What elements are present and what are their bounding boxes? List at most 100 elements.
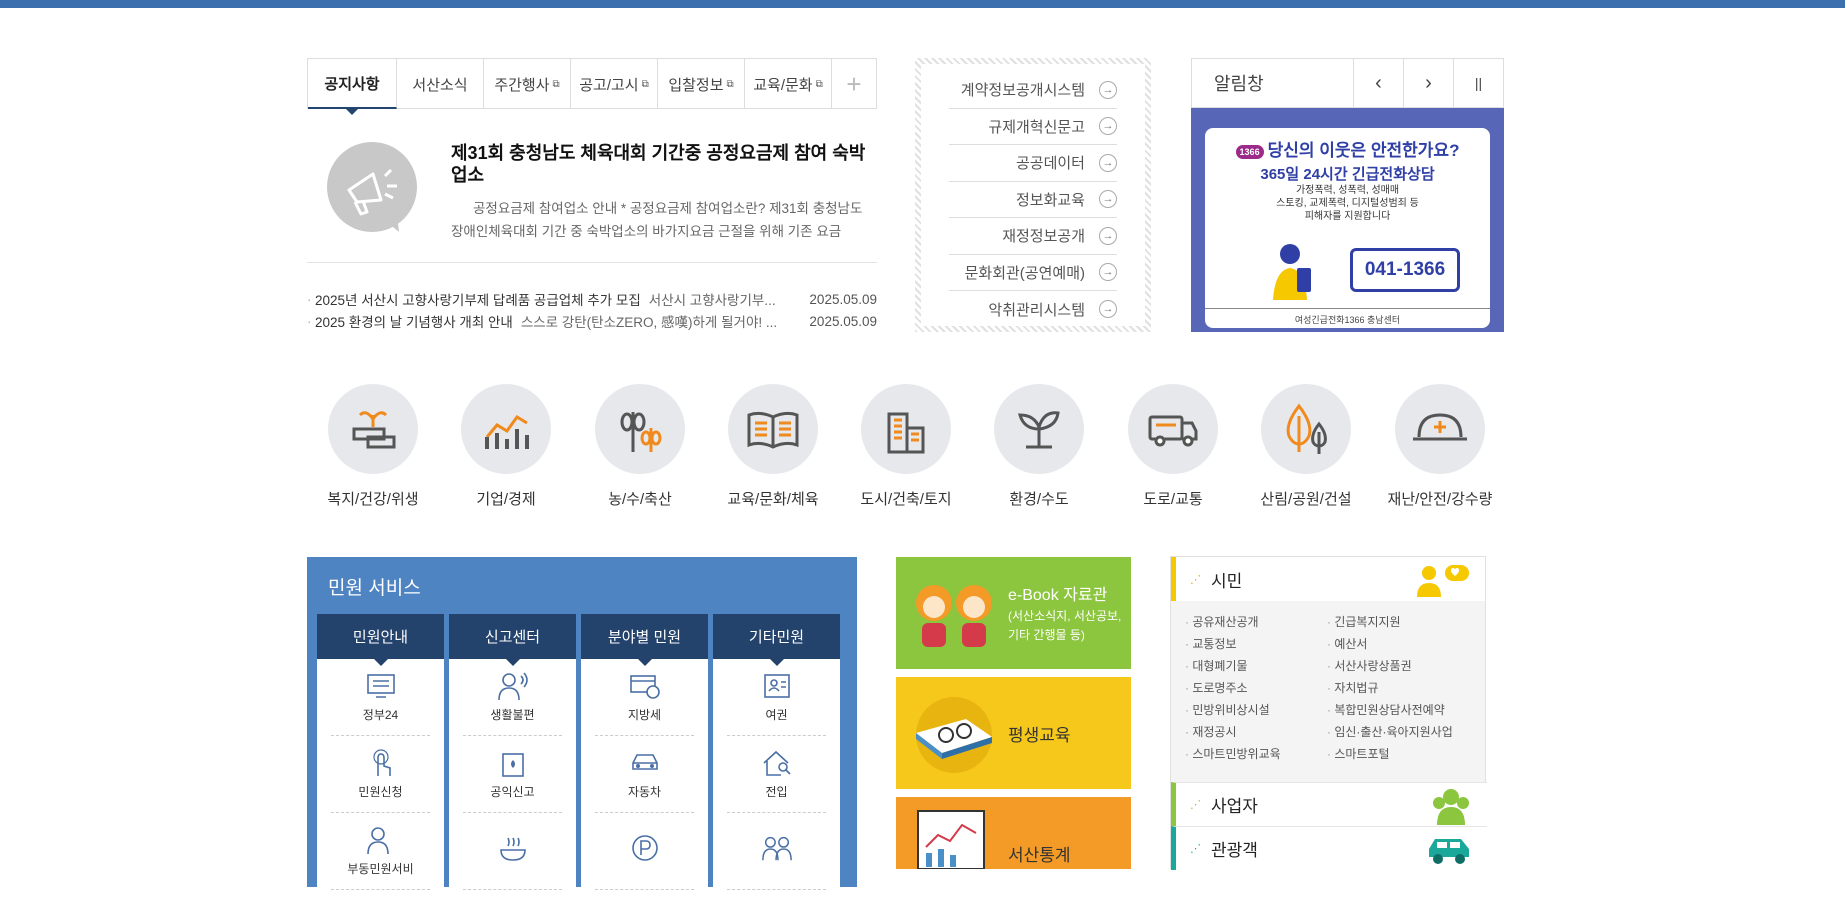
- ebook-banner[interactable]: e-Book 자료관 (서산소식지, 서산공보, 기타 간행물 등): [896, 557, 1131, 669]
- featured-notice-desc: 공정요금제 참여업소 안내 * 공정요금제 참여업소란? 제31회 충청남도 장…: [451, 201, 863, 239]
- link-public-data[interactable]: 공공데이터 →: [949, 145, 1117, 182]
- next-button[interactable]: ›: [1403, 59, 1453, 107]
- item-3[interactable]: [595, 813, 694, 890]
- link-item[interactable]: 스마트민방위교육: [1185, 745, 1327, 763]
- alert-header: 알림창 ‹ › ||: [1191, 58, 1504, 108]
- item-3[interactable]: [463, 813, 562, 890]
- link-item[interactable]: 교통정보: [1185, 635, 1327, 653]
- category-environment[interactable]: 환경/수도: [979, 384, 1099, 509]
- item-gov24[interactable]: 정부24: [331, 659, 430, 736]
- link-item[interactable]: 긴급복지지원: [1327, 613, 1477, 631]
- citizen-links: 공유재산공개 긴급복지지원 교통정보 예산서 대형폐기물 서산사랑상품권 도로명…: [1171, 601, 1485, 763]
- divider: [307, 262, 877, 263]
- chart-monitor-icon: [904, 807, 1004, 869]
- link-item[interactable]: 재정공시: [1185, 723, 1327, 741]
- link-it-education[interactable]: 정보화교육 →: [949, 182, 1117, 218]
- link-item[interactable]: 공유재산공개: [1185, 613, 1327, 631]
- alert-title: 알림창: [1214, 74, 1264, 94]
- link-regulation-reform[interactable]: 규제개혁신문고 →: [949, 109, 1117, 145]
- list-item[interactable]: · 2025 환경의 날 기념행사 개최 안내 스스로 강탄(탄소ZERO, 感…: [307, 311, 877, 331]
- dots-icon: ⋰: [1190, 799, 1201, 811]
- item-life-complaint[interactable]: 생활불편: [463, 659, 562, 736]
- prev-button[interactable]: ‹: [1353, 59, 1403, 107]
- link-odor-management[interactable]: 악취관리시스템 →: [949, 291, 1117, 328]
- link-finance-info[interactable]: 재정정보공개 →: [949, 218, 1117, 255]
- badge-icon: [497, 749, 529, 777]
- banner-title: 서산통계: [1008, 846, 1071, 865]
- link-culture-hall[interactable]: 문화회관(공연예매) →: [949, 255, 1117, 291]
- tab-weekly-events[interactable]: 주간행사 ⧉: [484, 59, 571, 109]
- arrow-right-icon: →: [1099, 263, 1117, 282]
- quick-links-box: 계약정보공개시스템 → 규제개혁신문고 → 공공데이터 → 정보화교육 → 재정정보공개…: [915, 58, 1151, 332]
- panel-title: 민원 서비스: [328, 578, 421, 599]
- tab-bidding[interactable]: 입찰정보 ⧉: [658, 59, 745, 109]
- helmet-icon: [1395, 384, 1485, 474]
- column-header[interactable]: 기타민원: [713, 614, 840, 659]
- food-icon: [497, 834, 529, 862]
- link-item[interactable]: 복합민원상담사전예약: [1327, 701, 1477, 719]
- citizen-header[interactable]: ⋰ 시민: [1171, 557, 1485, 601]
- car-icon: [629, 749, 661, 777]
- tab-notice[interactable]: 공지사항: [308, 59, 397, 109]
- link-item[interactable]: 도로명주소: [1185, 679, 1327, 697]
- civil-service-panel: 민원 서비스 민원안내 정부24 민원신청 부동민원서비 신고센터 생활불편 공…: [307, 557, 857, 914]
- item-3[interactable]: 부동민원서비: [331, 813, 430, 890]
- tab-education-culture[interactable]: 교육/문화 ⧉: [745, 59, 832, 109]
- link-item[interactable]: 대형폐기물: [1185, 657, 1327, 675]
- bar-chart-icon: [461, 384, 551, 474]
- link-item[interactable]: 서산사랑상품권: [1327, 657, 1477, 675]
- business-header[interactable]: ⋰ 사업자: [1171, 782, 1487, 826]
- category-agriculture[interactable]: 농/수/축산: [580, 384, 700, 509]
- banner-title: 평생교육: [1008, 725, 1071, 745]
- link-item[interactable]: 민방위비상시설: [1185, 701, 1327, 719]
- tourist-header[interactable]: ⋰ 관광객: [1171, 826, 1487, 870]
- wheat-icon: [595, 384, 685, 474]
- link-contract-info[interactable]: 계약정보공개시스템 →: [949, 72, 1117, 109]
- touch-icon: [365, 748, 397, 777]
- link-item[interactable]: 예산서: [1327, 635, 1477, 653]
- statistics-banner[interactable]: 서산통계: [896, 797, 1131, 869]
- category-traffic[interactable]: 도로/교통: [1113, 384, 1233, 509]
- badge-1366: 1366: [1235, 144, 1264, 159]
- list-item[interactable]: · 2025년 서산시 고향사랑기부제 답례품 공급업체 추가 모집 서산시 고…: [307, 289, 877, 309]
- tree-icon: [1261, 384, 1351, 474]
- arrow-right-icon: →: [1099, 80, 1117, 99]
- list-icon: [365, 672, 397, 700]
- column-header[interactable]: 민원안내: [317, 614, 444, 659]
- link-item[interactable]: 스마트포털: [1327, 745, 1477, 763]
- dots-icon: ⋰: [1190, 843, 1201, 855]
- item-apply[interactable]: 민원신청: [331, 736, 430, 813]
- link-item[interactable]: 자치법규: [1327, 679, 1477, 697]
- item-move-in[interactable]: 전입: [727, 736, 826, 813]
- item-passport[interactable]: 여권: [727, 659, 826, 736]
- column-header[interactable]: 신고센터: [449, 614, 576, 659]
- dots-icon: ⋰: [1190, 573, 1201, 586]
- arrow-right-icon: →: [1099, 117, 1117, 136]
- more-plus-button[interactable]: +: [832, 59, 876, 109]
- group-icon: [1429, 787, 1473, 830]
- lifelong-education-banner[interactable]: 평생교육: [896, 677, 1131, 789]
- pause-button[interactable]: ||: [1453, 59, 1503, 107]
- truck-icon: [1128, 384, 1218, 474]
- link-item[interactable]: 임신·출산·육아지원사업: [1327, 723, 1477, 741]
- alert-banner[interactable]: 1366 당신의 이웃은 안전한가요? 365일 24시간 긴급전화상담 가정폭력…: [1191, 108, 1504, 332]
- column-header[interactable]: 분야별 민원: [581, 614, 708, 659]
- banner-heading: 1366 당신의 이웃은 안전한가요?: [1215, 136, 1480, 161]
- tab-announcements[interactable]: 공고/고시 ⧉: [571, 59, 658, 109]
- item-public-report[interactable]: 공익신고: [463, 736, 562, 813]
- tab-seosan-news[interactable]: 서산소식: [397, 59, 484, 109]
- featured-notice-title[interactable]: 제31회 충청남도 체육대회 기간중 공정요금제 참여 숙박업소: [451, 142, 871, 186]
- category-education[interactable]: 교육/문화/체육: [713, 384, 833, 509]
- category-forest[interactable]: 산림/공원/건설: [1246, 384, 1366, 509]
- category-safety[interactable]: 재난/안전/강수량: [1380, 384, 1500, 509]
- category-business[interactable]: 기업/경제: [446, 384, 566, 509]
- category-welfare[interactable]: 복지/건강/위생: [313, 384, 433, 509]
- column-report: 신고센터 생활불편 공익신고: [449, 614, 576, 914]
- external-link-icon: ⧉: [641, 78, 649, 90]
- item-3[interactable]: [727, 813, 826, 890]
- buildings-icon: [861, 384, 951, 474]
- car-icon: [1425, 835, 1473, 870]
- item-local-tax[interactable]: 지방세: [595, 659, 694, 736]
- category-urban[interactable]: 도시/건축/토지: [846, 384, 966, 509]
- item-car[interactable]: 자동차: [595, 736, 694, 813]
